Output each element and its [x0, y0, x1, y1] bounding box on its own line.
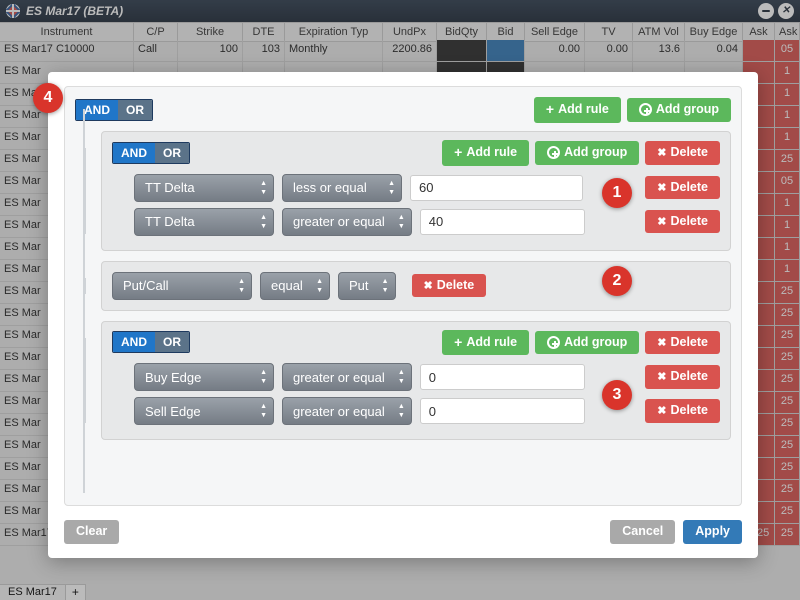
caret-icon [260, 403, 267, 419]
rule-value-input[interactable] [420, 398, 585, 424]
plus-icon [454, 145, 462, 161]
root-or[interactable]: OR [118, 100, 152, 120]
rule-field-select[interactable]: Put/Call [112, 272, 252, 300]
caret-icon [388, 180, 395, 196]
caret-icon [260, 214, 267, 230]
annotation-1: 1 [602, 178, 632, 208]
root-add-rule-button[interactable]: Add rule [534, 97, 621, 123]
caret-icon [260, 369, 267, 385]
root-add-group-button[interactable]: Add group [627, 98, 731, 122]
root-and[interactable]: AND [76, 100, 118, 120]
caret-icon [398, 369, 405, 385]
root-logic-toggle[interactable]: AND OR [75, 99, 153, 121]
rule-op-select[interactable]: less or equal [282, 174, 402, 202]
rule-op-select[interactable]: greater or equal [282, 363, 412, 391]
annotation-3: 3 [602, 380, 632, 410]
caret-icon [398, 214, 405, 230]
rule-delete[interactable]: Delete [645, 399, 720, 423]
rule-delete[interactable]: Delete [645, 365, 720, 389]
caret-icon [398, 403, 405, 419]
rule-delete[interactable]: Delete [645, 210, 720, 234]
circle-plus-icon [547, 336, 560, 349]
group1-add-rule[interactable]: Add rule [442, 140, 529, 166]
rule-group-2: Put/Call equal Put Delete 2 [101, 261, 731, 311]
group1-add-group[interactable]: Add group [535, 141, 639, 165]
x-icon [657, 215, 666, 229]
x-icon [657, 181, 666, 195]
annotation-4: 4 [33, 83, 63, 113]
x-icon [657, 404, 666, 418]
rule-value-input[interactable] [420, 364, 585, 390]
circle-plus-icon [639, 103, 652, 116]
rule-field-select[interactable]: TT Delta [134, 208, 274, 236]
rules-area: AND OR Add rule Add group AND OR [64, 86, 742, 506]
caret-icon [316, 278, 323, 294]
caret-icon [382, 278, 389, 294]
app-window: ES Mar17 (BETA) Instrument C/P Strike DT… [0, 0, 800, 600]
apply-button[interactable]: Apply [683, 520, 742, 544]
rule-value-select[interactable]: Put [338, 272, 396, 300]
plus-icon [546, 102, 554, 118]
group1-rule2: TT Delta greater or equal Delete [134, 208, 720, 236]
rule-field-select[interactable]: Sell Edge [134, 397, 274, 425]
group3-logic[interactable]: AND OR [112, 331, 190, 353]
rule-field-select[interactable]: Buy Edge [134, 363, 274, 391]
rule-op-select[interactable]: equal [260, 272, 330, 300]
rule-group-1: AND OR Add rule Add group Delete TT Delt… [101, 131, 731, 251]
circle-plus-icon [547, 146, 560, 159]
x-icon [657, 336, 666, 350]
cancel-button[interactable]: Cancel [610, 520, 675, 544]
rule-delete[interactable]: Delete [645, 176, 720, 200]
rule-value-input[interactable] [410, 175, 583, 201]
group1-delete[interactable]: Delete [645, 141, 720, 165]
rule-field-select[interactable]: TT Delta [134, 174, 274, 202]
x-icon [657, 146, 666, 160]
modal-overlay: 4 AND OR Add rule Add group [0, 0, 800, 600]
rule-op-select[interactable]: greater or equal [282, 208, 412, 236]
rule-group-3: AND OR Add rule Add group Delete Buy Edg… [101, 321, 731, 441]
plus-icon [454, 335, 462, 351]
filter-modal: AND OR Add rule Add group AND OR [48, 72, 758, 558]
annotation-2: 2 [602, 266, 632, 296]
group3-rule2: Sell Edge greater or equal Delete [134, 397, 720, 425]
caret-icon [238, 278, 245, 294]
caret-icon [260, 180, 267, 196]
modal-footer: Clear Cancel Apply [64, 520, 742, 544]
x-icon [424, 279, 433, 293]
group1-rule1: TT Delta less or equal Delete [134, 174, 720, 202]
group1-logic[interactable]: AND OR [112, 142, 190, 164]
group3-delete[interactable]: Delete [645, 331, 720, 355]
group3-rule1: Buy Edge greater or equal Delete [134, 363, 720, 391]
rule-op-select[interactable]: greater or equal [282, 397, 412, 425]
clear-button[interactable]: Clear [64, 520, 119, 544]
group3-add-group[interactable]: Add group [535, 331, 639, 355]
x-icon [657, 370, 666, 384]
rule-value-input[interactable] [420, 209, 585, 235]
group3-add-rule[interactable]: Add rule [442, 330, 529, 356]
rule-delete[interactable]: Delete [412, 274, 487, 298]
